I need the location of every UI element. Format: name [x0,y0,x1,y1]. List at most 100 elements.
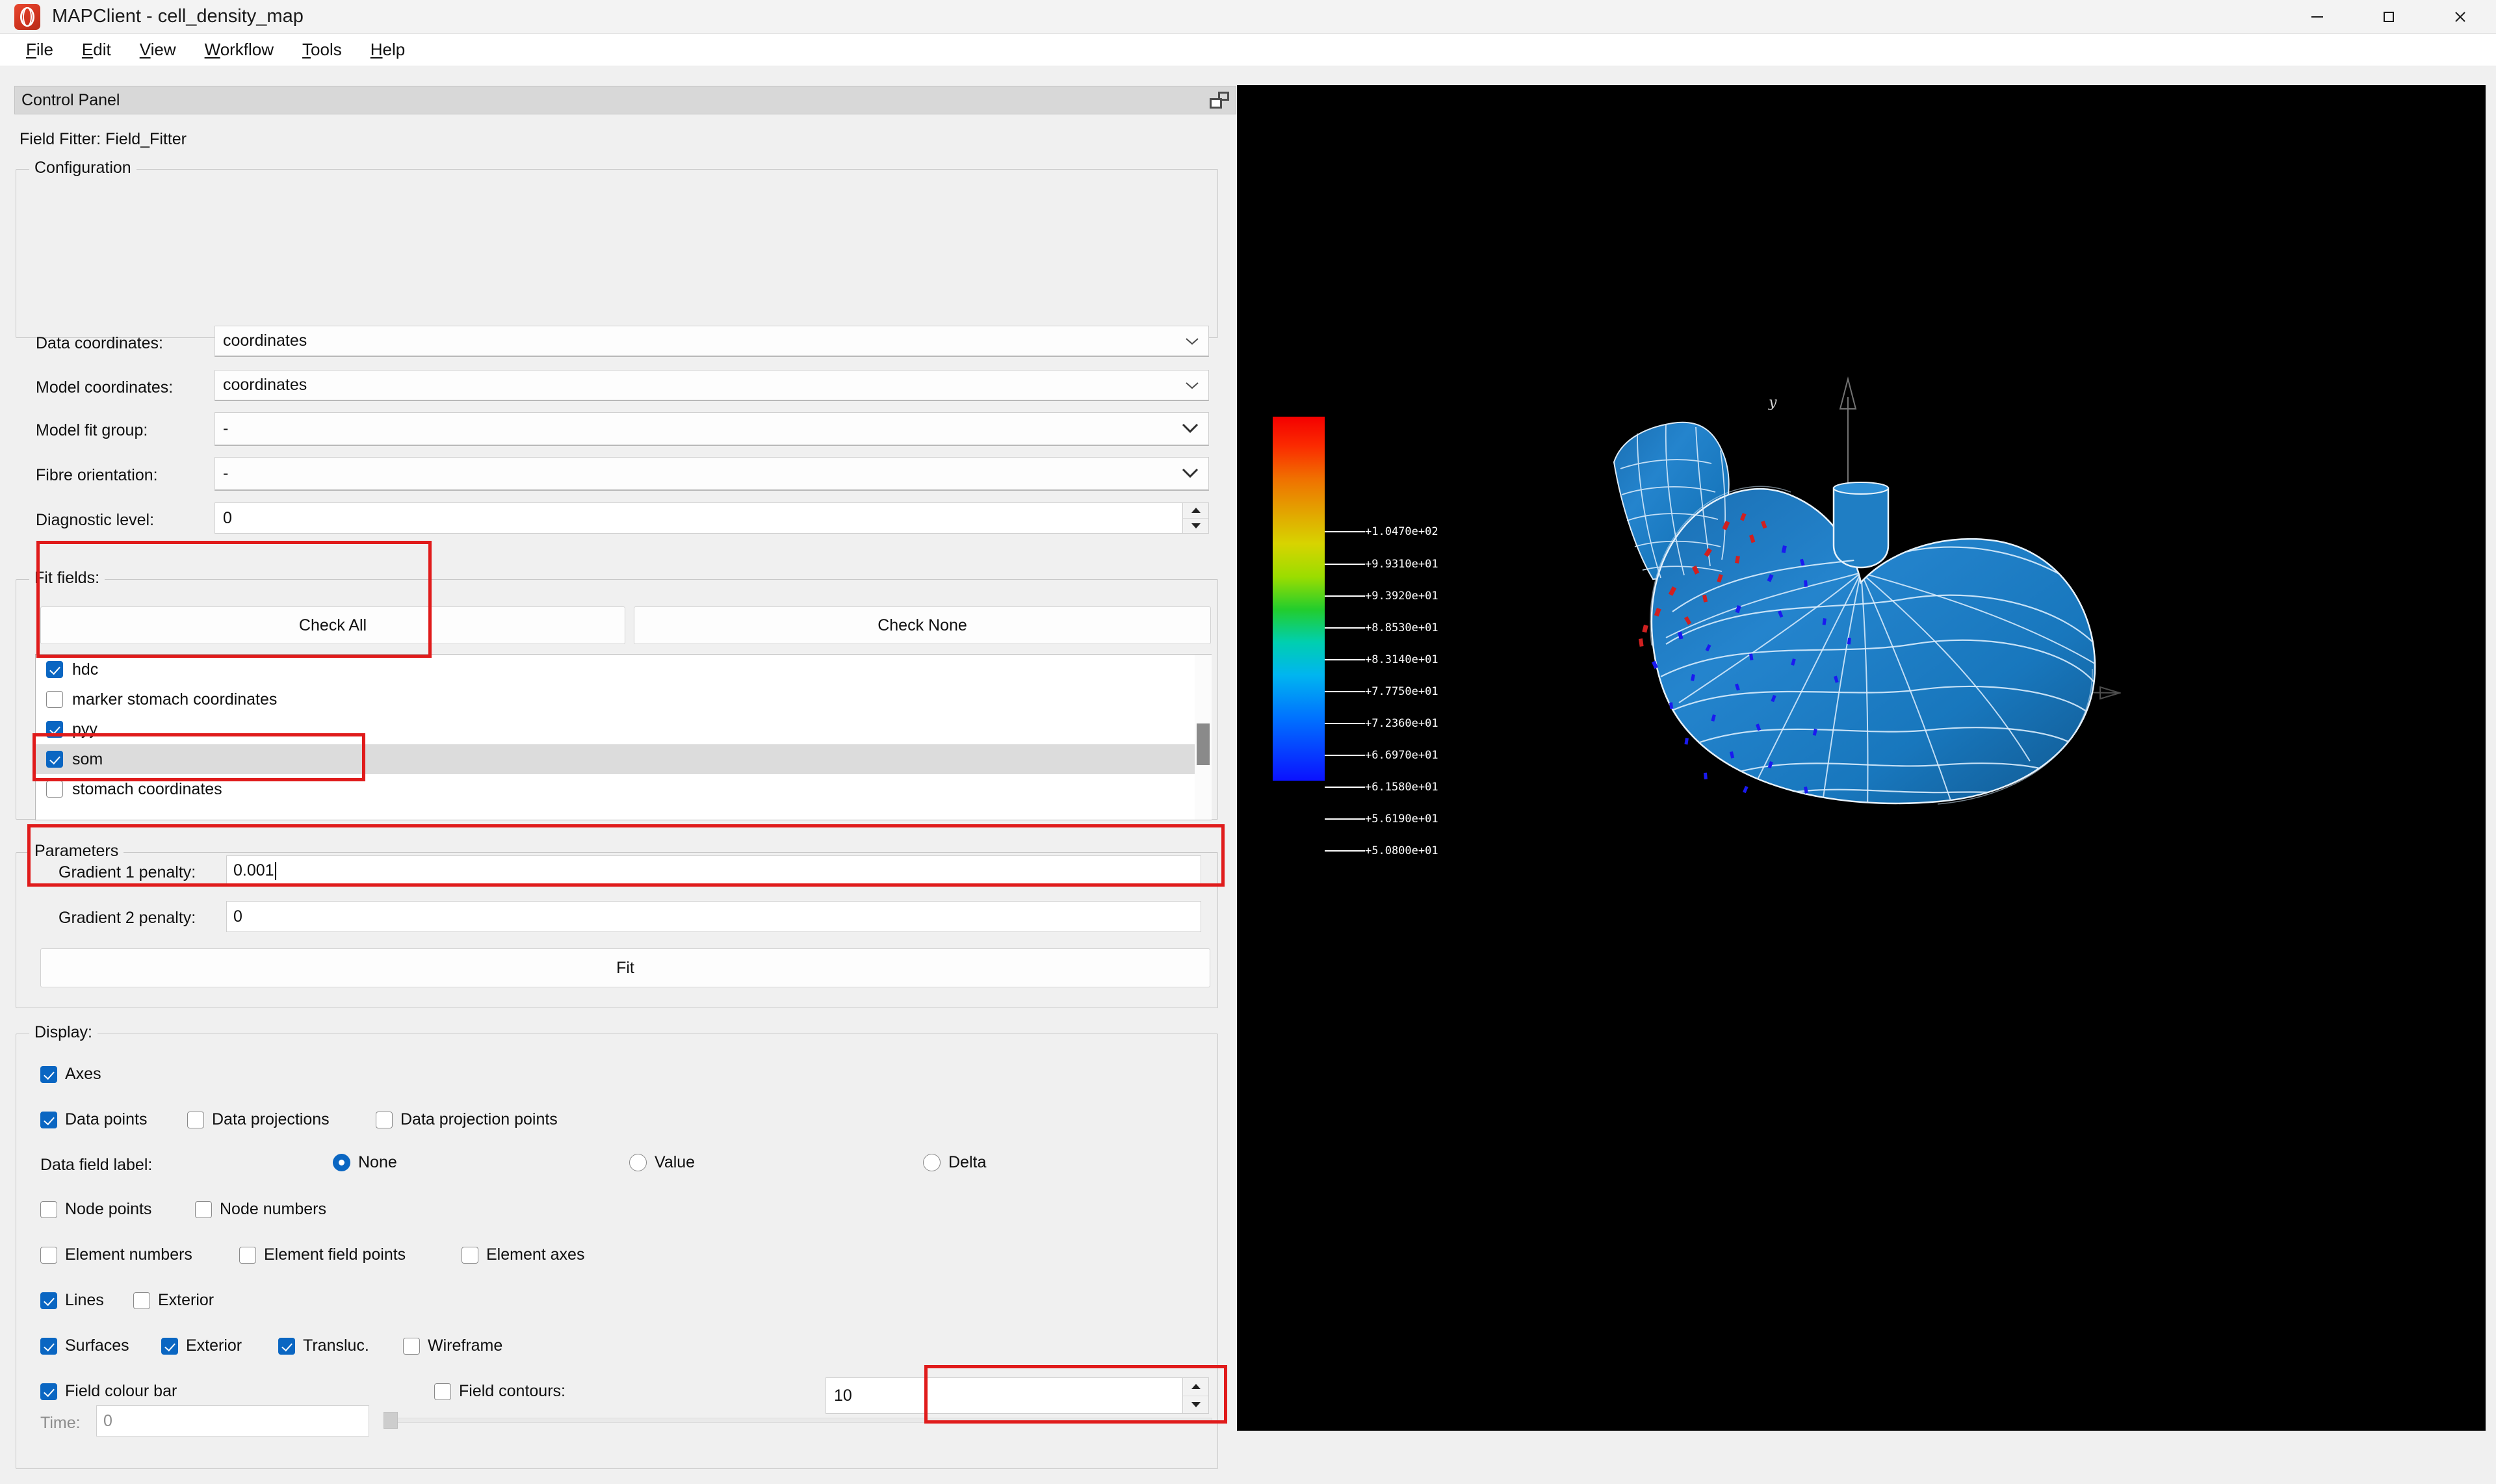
maximize-button[interactable] [2353,0,2424,34]
scrollbar-thumb[interactable] [1197,723,1210,765]
surfaces-exterior-checkbox[interactable] [161,1337,178,1355]
colourbar-tick: +1.0470e+02 [1325,525,1438,538]
chevron-down-icon [1181,464,1199,483]
axes-checkbox[interactable] [40,1065,57,1083]
fit-field-label: marker stomach coordinates [72,690,278,709]
check-all-button[interactable]: Check All [40,606,625,644]
fit-fields-scrollbar[interactable] [1195,655,1212,820]
menu-help[interactable]: Help [356,36,419,64]
menu-tools[interactable]: Tools [288,36,356,64]
lines-exterior-checkbox-row[interactable]: Exterior [133,1291,214,1310]
data-points-checkbox-row[interactable]: Data points [40,1110,147,1129]
lines-exterior-checkbox[interactable] [133,1292,150,1309]
gradient-2-penalty-input[interactable]: 0 [226,901,1201,932]
time-slider-handle[interactable] [384,1412,398,1429]
node-numbers-checkbox[interactable] [195,1201,212,1218]
menu-view[interactable]: View [125,36,190,64]
zinc-3d-viewport[interactable]: +1.0470e+02 +9.9310e+01 +9.3920e+01 +8.8… [1237,85,2486,1431]
field-colour-bar-checkbox-row[interactable]: Field colour bar [40,1382,177,1401]
spin-up-icon[interactable] [1183,1378,1208,1396]
list-item[interactable]: hdc [36,655,1211,684]
fit-field-checkbox-stomach-coordinates[interactable] [46,781,63,798]
data-field-label-option-none[interactable]: None [333,1153,397,1172]
wireframe-checkbox-row[interactable]: Wireframe [403,1336,502,1355]
list-item[interactable]: som [36,744,1211,774]
data-projection-points-checkbox[interactable] [376,1111,393,1128]
spin-up-icon[interactable] [1183,503,1208,519]
wireframe-checkbox[interactable] [403,1337,420,1355]
fibre-orientation-combo[interactable]: - [214,457,1209,491]
data-coordinates-combo[interactable]: coordinates [214,326,1209,357]
menu-edit[interactable]: Edit [68,36,125,64]
fit-field-label: pyy [72,720,98,738]
check-none-button[interactable]: Check None [634,606,1211,644]
time-slider[interactable] [384,1412,1212,1429]
element-axes-checkbox-row[interactable]: Element axes [462,1245,584,1264]
menu-bar: File Edit View Workflow Tools Help [0,34,2496,66]
field-contours-spinbox[interactable]: 10 [826,1377,1209,1414]
radio-value-label: Value [655,1153,696,1171]
translucent-checkbox[interactable] [278,1337,295,1355]
menu-workflow[interactable]: Workflow [190,36,288,64]
radio-value[interactable] [629,1154,647,1171]
colourbar-tick: +6.6970e+01 [1325,749,1438,762]
data-projection-points-checkbox-row[interactable]: Data projection points [376,1110,558,1129]
data-field-label-option-value[interactable]: Value [629,1153,695,1172]
fit-field-checkbox-som[interactable] [46,751,63,768]
diagnostic-level-stepper[interactable] [1182,503,1208,533]
menu-file[interactable]: File [12,36,68,64]
element-field-points-checkbox-row[interactable]: Element field points [239,1245,406,1264]
fit-field-label: stomach coordinates [72,779,222,798]
radio-none[interactable] [333,1154,350,1171]
node-points-checkbox[interactable] [40,1201,57,1218]
data-points-checkbox[interactable] [40,1111,57,1128]
field-colour-bar-checkbox[interactable] [40,1383,57,1400]
surfaces-checkbox-row[interactable]: Surfaces [40,1336,129,1355]
time-input[interactable]: 0 [96,1405,369,1437]
node-points-checkbox-row[interactable]: Node points [40,1200,151,1219]
model-fit-group-label: Model fit group: [36,421,148,439]
element-axes-checkbox[interactable] [462,1246,478,1264]
node-numbers-checkbox-row[interactable]: Node numbers [195,1200,326,1219]
element-numbers-checkbox[interactable] [40,1246,57,1264]
lines-checkbox-row[interactable]: Lines [40,1291,104,1310]
list-item[interactable]: marker stomach coordinates [36,684,1211,714]
menu-edit-rest: dit [93,40,111,59]
axes-checkbox-row[interactable]: Axes [40,1065,101,1084]
radio-delta[interactable] [923,1154,941,1171]
translucent-checkbox-row[interactable]: Transluc. [278,1336,369,1355]
element-field-points-checkbox[interactable] [239,1246,256,1264]
data-projections-checkbox[interactable] [187,1111,204,1128]
model-coordinates-combo[interactable]: coordinates [214,370,1209,401]
configuration-group-title: Configuration [29,159,136,177]
spin-down-icon[interactable] [1183,518,1208,533]
list-item[interactable]: stomach coordinates [36,774,1211,804]
element-numbers-checkbox-row[interactable]: Element numbers [40,1245,192,1264]
gradient-1-penalty-input[interactable]: 0.001 [226,855,1201,887]
fit-fields-list[interactable]: hdc marker stomach coordinates pyy som s… [35,654,1212,820]
model-fit-group-combo[interactable]: - [214,412,1209,446]
field-contours-checkbox-row[interactable]: Field contours: [434,1382,566,1401]
fit-button[interactable]: Fit [40,948,1210,987]
data-field-label-option-delta[interactable]: Delta [923,1153,986,1172]
surfaces-exterior-label: Exterior [186,1336,242,1355]
minimize-button[interactable] [2282,0,2353,34]
surfaces-checkbox[interactable] [40,1337,57,1355]
diagnostic-level-spinbox[interactable]: 0 [214,502,1209,534]
lines-checkbox[interactable] [40,1292,57,1309]
surfaces-exterior-checkbox-row[interactable]: Exterior [161,1336,242,1355]
chevron-down-icon [1185,376,1199,395]
fit-field-checkbox-pyy[interactable] [46,721,63,738]
data-projections-checkbox-row[interactable]: Data projections [187,1110,330,1129]
fit-field-checkbox-marker-stomach-coordinates[interactable] [46,691,63,708]
close-button[interactable] [2424,0,2496,34]
field-contours-stepper[interactable] [1182,1378,1208,1413]
field-contours-checkbox[interactable] [434,1383,451,1400]
element-numbers-label: Element numbers [65,1245,192,1264]
spin-down-icon[interactable] [1183,1396,1208,1413]
colourbar-tick: +7.7750e+01 [1325,685,1438,698]
pylorus [1832,487,1890,569]
list-item[interactable]: pyy [36,714,1211,744]
undock-icon[interactable] [1210,92,1229,109]
fit-field-checkbox-hdc[interactable] [46,661,63,678]
